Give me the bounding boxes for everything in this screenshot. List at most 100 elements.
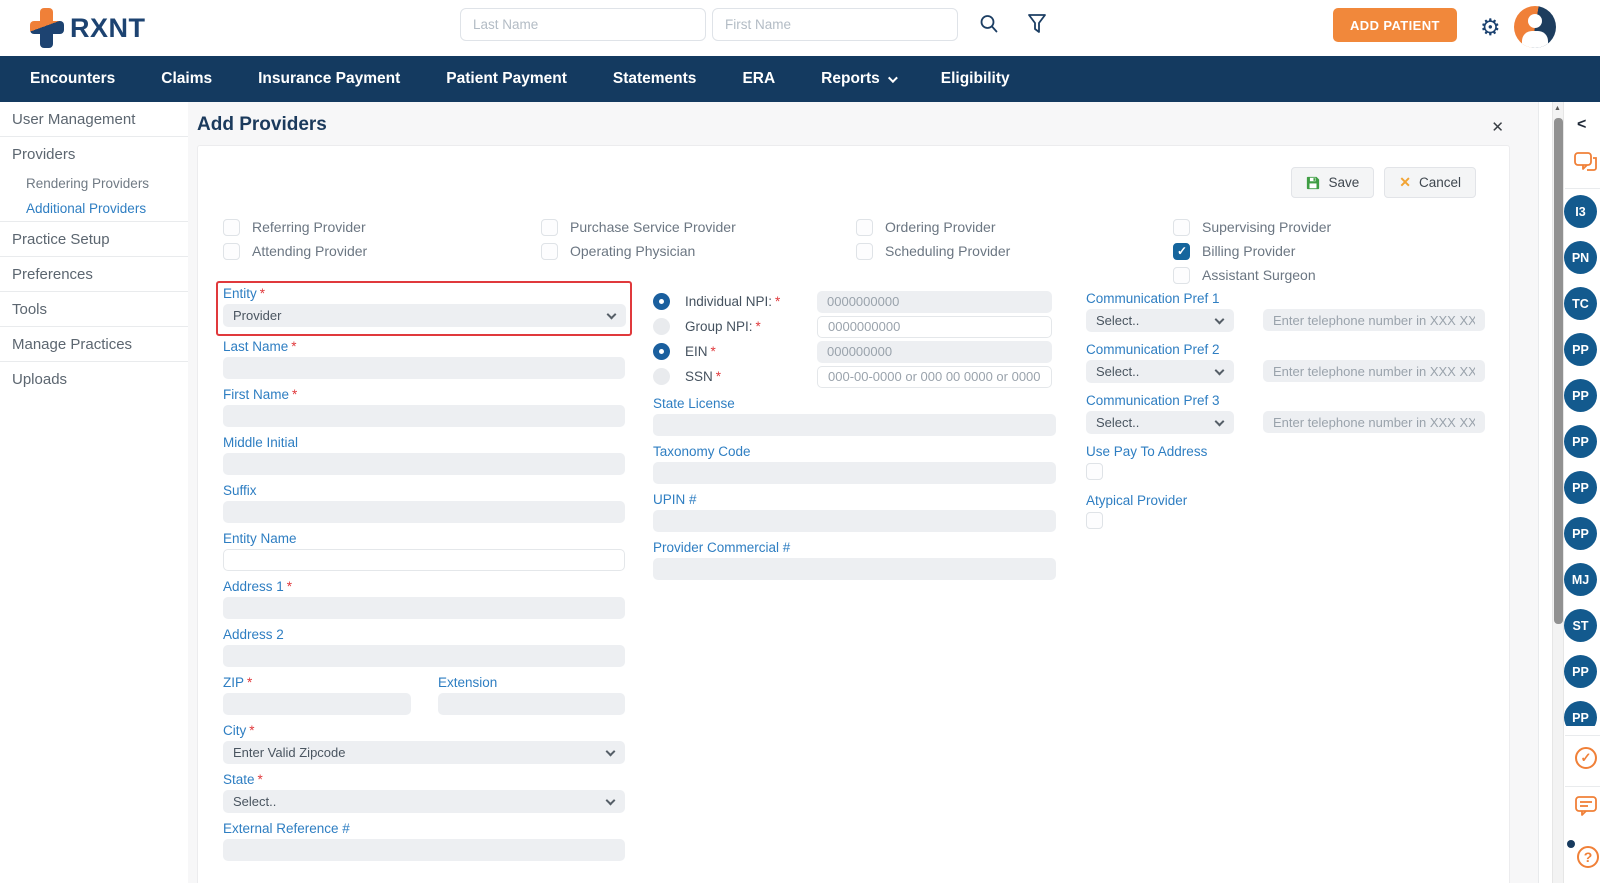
message-lines-icon[interactable]: [1574, 794, 1599, 819]
comm-pref-2-select[interactable]: Select..: [1086, 360, 1234, 383]
last-name-search-input[interactable]: [460, 8, 706, 41]
checkbox-purchase-service-provider[interactable]: Purchase Service Provider: [541, 218, 736, 236]
middle-initial-field[interactable]: [223, 453, 625, 475]
rail-collapse-chevron-icon[interactable]: <: [1577, 116, 1586, 134]
checkbox-operating-physician[interactable]: Operating Physician: [541, 242, 736, 260]
address1-field[interactable]: [223, 597, 625, 619]
address2-field[interactable]: [223, 645, 625, 667]
sidebar-item-rendering-providers[interactable]: Rendering Providers: [0, 171, 188, 196]
close-icon[interactable]: ✕: [1491, 118, 1504, 136]
nav-patient-payment[interactable]: Patient Payment: [446, 70, 567, 88]
checkbox-assistant-surgeon[interactable]: Assistant Surgeon: [1173, 266, 1331, 284]
contact-avatar[interactable]: TC: [1564, 287, 1597, 320]
nav-era[interactable]: ERA: [742, 70, 775, 88]
rxnt-logo[interactable]: RXNT: [30, 8, 146, 48]
checkbox-supervising-provider[interactable]: Supervising Provider: [1173, 218, 1331, 236]
nav-eligibility[interactable]: Eligibility: [941, 70, 1010, 88]
checkbox-scheduling-provider[interactable]: Scheduling Provider: [856, 242, 1010, 260]
individual-npi-radio[interactable]: [653, 293, 670, 310]
ssn-field[interactable]: [817, 365, 1052, 388]
gear-icon[interactable]: ⚙: [1480, 10, 1501, 44]
comm-pref-2-phone-field[interactable]: [1263, 360, 1485, 382]
contact-avatar[interactable]: I3: [1564, 195, 1597, 228]
nav-claims[interactable]: Claims: [161, 70, 212, 88]
help-question-icon[interactable]: ?: [1577, 846, 1599, 868]
external-reference-field[interactable]: [223, 839, 625, 861]
sidebar-item-providers[interactable]: Providers: [0, 137, 188, 171]
last-name-field[interactable]: [223, 357, 625, 379]
provider-type-column-4: Supervising Provider Billing Provider As…: [1173, 218, 1331, 284]
state-license-field[interactable]: [653, 414, 1056, 436]
use-pay-to-address-checkbox[interactable]: [1086, 463, 1103, 480]
chevron-down-icon: [1214, 365, 1225, 376]
entity-name-field[interactable]: [223, 549, 625, 571]
first-name-field[interactable]: [223, 405, 625, 427]
contact-avatar[interactable]: PP: [1564, 379, 1597, 412]
sidebar-item-user-management[interactable]: User Management: [0, 102, 188, 136]
chevron-down-icon: [1214, 416, 1225, 427]
chevron-down-icon: [606, 309, 617, 320]
checkbox-box: [856, 242, 873, 260]
ein-radio[interactable]: [653, 343, 670, 360]
cancel-x-icon: ✕: [1399, 174, 1411, 190]
taxonomy-code-field[interactable]: [653, 462, 1056, 484]
individual-npi-field[interactable]: [817, 290, 1052, 313]
chat-bubbles-icon[interactable]: [1573, 150, 1599, 176]
entity-select[interactable]: Provider: [223, 304, 626, 327]
comm-pref-1-phone-field[interactable]: [1263, 309, 1485, 331]
contact-avatar[interactable]: PN: [1564, 241, 1597, 274]
filter-icon[interactable]: [1026, 13, 1048, 35]
sidebar-item-uploads[interactable]: Uploads: [0, 362, 188, 396]
scroll-up-arrow-icon[interactable]: ▲: [1554, 105, 1561, 112]
atypical-provider-checkbox[interactable]: [1086, 512, 1103, 529]
city-select[interactable]: Enter Valid Zipcode: [223, 741, 625, 764]
extension-field[interactable]: [438, 693, 625, 715]
check-circle-icon[interactable]: ✓: [1575, 747, 1597, 769]
divider: [1565, 786, 1600, 787]
add-patient-button[interactable]: ADD PATIENT: [1333, 8, 1457, 42]
contact-avatar[interactable]: ST: [1564, 609, 1597, 642]
sidebar-item-preferences[interactable]: Preferences: [0, 257, 188, 291]
contact-avatar[interactable]: PP: [1564, 655, 1597, 688]
sidebar-item-manage-practices[interactable]: Manage Practices: [0, 327, 188, 361]
notification-dot: [1567, 840, 1575, 848]
zip-field[interactable]: [223, 693, 411, 715]
contact-avatar[interactable]: PP: [1564, 425, 1597, 458]
contact-avatar[interactable]: MJ: [1564, 563, 1597, 596]
nav-statements[interactable]: Statements: [613, 70, 697, 88]
comm-pref-3-phone-field[interactable]: [1263, 411, 1485, 433]
vertical-scrollbar-thumb[interactable]: [1553, 118, 1563, 624]
contact-avatar[interactable]: PP: [1564, 701, 1597, 726]
contact-avatar[interactable]: PP: [1564, 517, 1597, 550]
suffix-field[interactable]: [223, 501, 625, 523]
cancel-button[interactable]: ✕ Cancel: [1384, 167, 1476, 198]
group-npi-radio[interactable]: [653, 318, 670, 335]
nav-reports[interactable]: Reports: [821, 70, 898, 88]
first-name-search-input[interactable]: [712, 8, 958, 41]
provider-type-column-3: Ordering Provider Scheduling Provider: [856, 218, 1010, 260]
checkbox-attending-provider[interactable]: Attending Provider: [223, 242, 367, 260]
upin-field[interactable]: [653, 510, 1056, 532]
checkbox-referring-provider[interactable]: Referring Provider: [223, 218, 367, 236]
checkbox-box: [223, 242, 240, 260]
sidebar-item-tools[interactable]: Tools: [0, 292, 188, 326]
comm-pref-3-select[interactable]: Select..: [1086, 411, 1234, 434]
group-npi-field[interactable]: [817, 315, 1052, 338]
nav-insurance-payment[interactable]: Insurance Payment: [258, 70, 400, 88]
ein-field[interactable]: [817, 340, 1052, 363]
ssn-radio[interactable]: [653, 368, 670, 385]
contact-avatar[interactable]: PP: [1564, 471, 1597, 504]
comm-pref-1-select[interactable]: Select..: [1086, 309, 1234, 332]
save-button[interactable]: Save: [1291, 167, 1375, 198]
checkbox-billing-provider[interactable]: Billing Provider: [1173, 242, 1331, 260]
checkbox-ordering-provider[interactable]: Ordering Provider: [856, 218, 1010, 236]
nav-encounters[interactable]: Encounters: [30, 70, 115, 88]
state-select[interactable]: Select..: [223, 790, 625, 813]
contact-avatar[interactable]: PP: [1564, 333, 1597, 366]
user-avatar[interactable]: [1514, 6, 1556, 48]
provider-commercial-field[interactable]: [653, 558, 1056, 580]
sidebar-item-additional-providers[interactable]: Additional Providers: [0, 196, 188, 221]
checkbox-box: [856, 218, 873, 236]
search-icon[interactable]: [978, 13, 1000, 35]
sidebar-item-practice-setup[interactable]: Practice Setup: [0, 222, 188, 256]
